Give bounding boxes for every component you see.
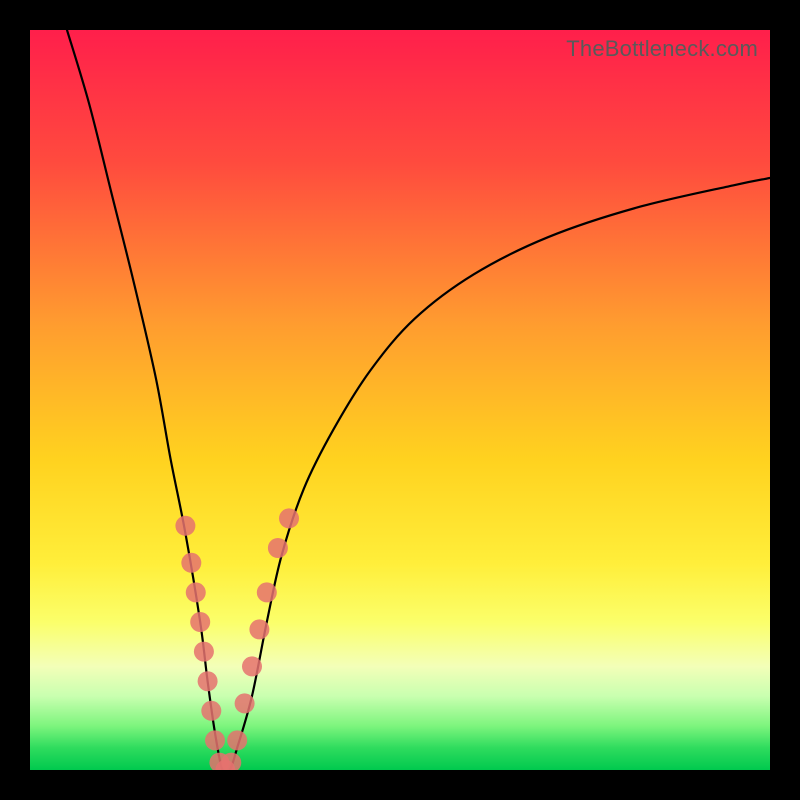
curve-layer (30, 30, 770, 770)
highlight-dot (235, 693, 255, 713)
highlight-dot (279, 508, 299, 528)
highlight-dot (181, 553, 201, 573)
watermark-text: TheBottleneck.com (566, 36, 758, 62)
bottleneck-curve (67, 30, 770, 770)
highlight-dot (242, 656, 262, 676)
highlight-dot (175, 516, 195, 536)
highlight-dot (249, 619, 269, 639)
highlight-dot (198, 671, 218, 691)
highlight-dot (257, 582, 277, 602)
highlight-dot (190, 612, 210, 632)
highlight-dot (205, 730, 225, 750)
highlight-dot (201, 701, 221, 721)
highlight-dot (268, 538, 288, 558)
highlight-dot (227, 730, 247, 750)
plot-area: TheBottleneck.com (30, 30, 770, 770)
highlight-markers (175, 508, 299, 770)
highlight-dot (186, 582, 206, 602)
highlight-dot (194, 642, 214, 662)
chart-frame: TheBottleneck.com (0, 0, 800, 800)
